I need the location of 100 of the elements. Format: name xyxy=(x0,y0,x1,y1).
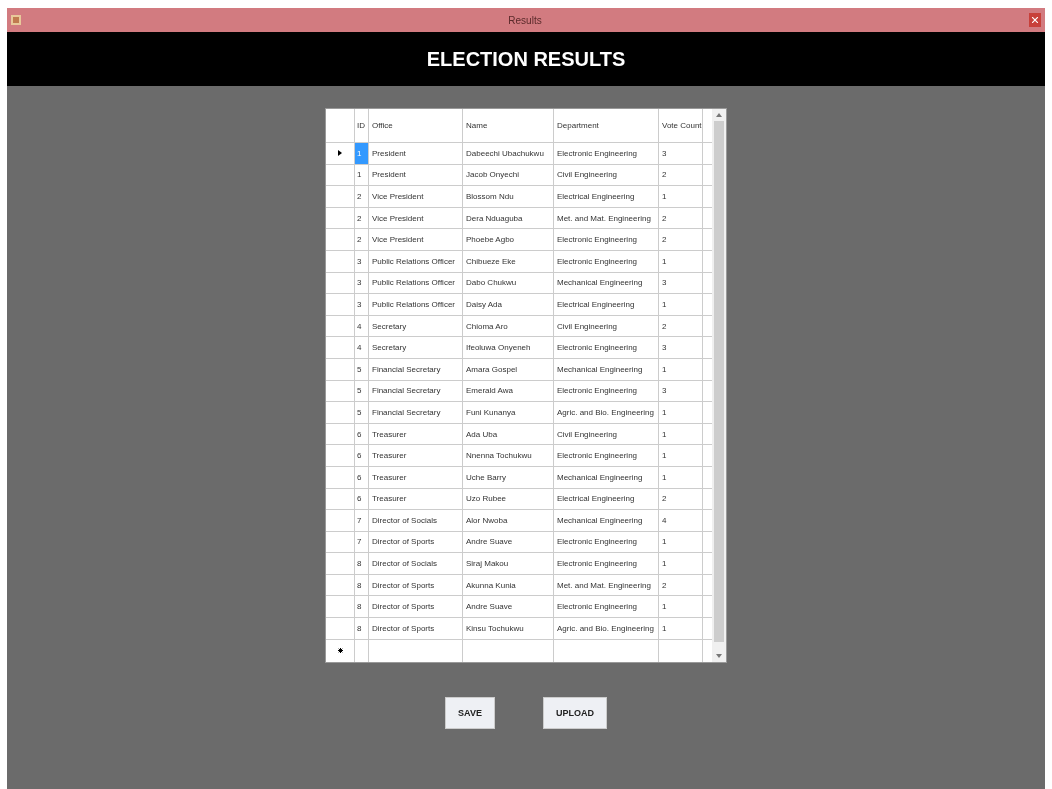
table-cell[interactable]: Siraj Makou xyxy=(463,553,554,574)
table-cell[interactable]: Akunna Kunia xyxy=(463,574,554,596)
table-cell[interactable]: Electronic Engineering xyxy=(554,596,659,618)
table-cell[interactable]: Dera Nduaguba xyxy=(463,207,554,229)
table-cell[interactable]: 1 xyxy=(659,553,703,574)
table-cell[interactable]: Treasurer xyxy=(369,445,463,466)
table-cell[interactable]: Electronic Engineering xyxy=(554,229,659,250)
table-cell[interactable]: Chioma Aro xyxy=(463,315,554,337)
table-cell[interactable]: 8 xyxy=(355,596,369,618)
table-cell[interactable]: 4 xyxy=(659,510,703,531)
table-cell[interactable]: Electronic Engineering xyxy=(554,337,659,358)
table-cell[interactable]: Director of Socials xyxy=(369,510,463,531)
table-cell[interactable]: 2 xyxy=(659,574,703,596)
table-cell[interactable]: Andre Suave xyxy=(463,531,554,553)
table-cell[interactable]: Vice President xyxy=(369,186,463,207)
table-cell[interactable]: Public Relations Officer xyxy=(369,272,463,294)
table-cell[interactable]: Electronic Engineering xyxy=(554,531,659,553)
table-cell[interactable]: 2 xyxy=(355,207,369,229)
table-cell[interactable]: 1 xyxy=(659,358,703,380)
table-cell[interactable]: 6 xyxy=(355,488,369,510)
table-cell[interactable]: 3 xyxy=(659,143,703,164)
table-cell[interactable]: 1 xyxy=(659,402,703,423)
table-cell[interactable]: 4 xyxy=(355,337,369,358)
table-cell[interactable]: 1 xyxy=(659,294,703,315)
table-cell[interactable]: Mechanical Engineering xyxy=(554,466,659,488)
table-cell[interactable]: 8 xyxy=(355,618,369,639)
table-cell[interactable]: 6 xyxy=(355,423,369,445)
table-cell[interactable]: Electronic Engineering xyxy=(554,445,659,466)
table-cell[interactable]: Director of Sports xyxy=(369,596,463,618)
table-cell[interactable]: Director of Sports xyxy=(369,574,463,596)
table-cell[interactable]: Director of Socials xyxy=(369,553,463,574)
table-cell[interactable]: Public Relations Officer xyxy=(369,250,463,272)
table-cell[interactable]: Treasurer xyxy=(369,423,463,445)
table-cell[interactable]: 4 xyxy=(355,315,369,337)
table-cell[interactable]: Kinsu Tochukwu xyxy=(463,618,554,639)
save-button[interactable]: SAVE xyxy=(445,696,495,729)
table-cell[interactable]: 6 xyxy=(355,445,369,466)
table-cell[interactable]: 6 xyxy=(355,466,369,488)
table-cell[interactable]: 3 xyxy=(355,272,369,294)
column-header[interactable]: Office xyxy=(369,109,463,142)
table-cell[interactable]: 2 xyxy=(355,229,369,250)
column-header[interactable]: Vote Count xyxy=(659,109,703,142)
table-cell[interactable]: Alor Nwoba xyxy=(463,510,554,531)
table-cell[interactable]: Funi Kunanya xyxy=(463,402,554,423)
table-cell[interactable]: 2 xyxy=(659,315,703,337)
table-cell[interactable]: 1 xyxy=(659,186,703,207)
table-cell[interactable]: 2 xyxy=(659,164,703,186)
table-cell[interactable]: Civil Engineering xyxy=(554,164,659,186)
table-cell[interactable]: Financial Secretary xyxy=(369,402,463,423)
table-cell[interactable]: Jacob Onyechi xyxy=(463,164,554,186)
table-cell[interactable]: Electronic Engineering xyxy=(554,250,659,272)
column-header[interactable]: ID xyxy=(355,109,369,142)
table-cell[interactable]: Ifeoluwa Onyeneh xyxy=(463,337,554,358)
table-cell[interactable]: 1 xyxy=(659,618,703,639)
table-cell[interactable]: Blossom Ndu xyxy=(463,186,554,207)
table-cell[interactable]: Electrical Engineering xyxy=(554,488,659,510)
table-cell[interactable]: Uche Barry xyxy=(463,466,554,488)
table-cell[interactable]: Nnenna Tochukwu xyxy=(463,445,554,466)
table-cell[interactable]: 1 xyxy=(659,423,703,445)
table-cell[interactable]: 3 xyxy=(659,337,703,358)
table-cell[interactable]: 8 xyxy=(355,553,369,574)
table-cell[interactable]: 2 xyxy=(659,488,703,510)
table-cell[interactable]: Met. and Mat. Engineering xyxy=(554,207,659,229)
table-cell[interactable]: Director of Sports xyxy=(369,531,463,553)
scroll-thumb[interactable] xyxy=(714,121,724,642)
table-cell[interactable]: Secretary xyxy=(369,315,463,337)
table-cell[interactable]: 1 xyxy=(659,466,703,488)
table-cell[interactable]: 7 xyxy=(355,510,369,531)
upload-button[interactable]: UPLOAD xyxy=(542,696,607,729)
table-cell[interactable]: Amara Gospel xyxy=(463,358,554,380)
table-cell[interactable]: Uzo Rubee xyxy=(463,488,554,510)
table-cell[interactable]: Electrical Engineering xyxy=(554,186,659,207)
table-cell[interactable]: 2 xyxy=(659,229,703,250)
vertical-scrollbar[interactable] xyxy=(712,109,726,662)
table-cell[interactable]: 8 xyxy=(355,574,369,596)
table-cell[interactable]: Director of Sports xyxy=(369,618,463,639)
table-cell[interactable]: Dabeechi Ubachukwu xyxy=(463,143,554,164)
table-cell[interactable]: Electrical Engineering xyxy=(554,294,659,315)
table-cell[interactable]: 5 xyxy=(355,380,369,402)
table-cell[interactable]: 2 xyxy=(659,207,703,229)
table-cell[interactable]: President xyxy=(369,164,463,186)
table-cell[interactable]: Ada Uba xyxy=(463,423,554,445)
table-cell[interactable]: 7 xyxy=(355,531,369,553)
table-cell[interactable]: Financial Secretary xyxy=(369,380,463,402)
table-cell[interactable]: Mechanical Engineering xyxy=(554,272,659,294)
table-cell[interactable]: Vice President xyxy=(369,229,463,250)
table-cell[interactable]: Public Relations Officer xyxy=(369,294,463,315)
table-cell[interactable]: Secretary xyxy=(369,337,463,358)
table-cell[interactable]: 1 xyxy=(659,445,703,466)
table-cell[interactable]: 1 xyxy=(659,531,703,553)
table-cell[interactable]: Financial Secretary xyxy=(369,358,463,380)
table-cell[interactable]: President xyxy=(369,143,463,164)
table-cell[interactable]: Agric. and Bio. Engineering xyxy=(554,618,659,639)
table-cell[interactable]: 3 xyxy=(355,294,369,315)
table-cell[interactable]: Electronic Engineering xyxy=(554,553,659,574)
table-cell[interactable]: 3 xyxy=(355,250,369,272)
table-cell[interactable]: Mechanical Engineering xyxy=(554,510,659,531)
table-cell[interactable]: Met. and Mat. Engineering xyxy=(554,574,659,596)
table-cell[interactable]: Andre Suave xyxy=(463,596,554,618)
table-cell[interactable]: 5 xyxy=(355,358,369,380)
